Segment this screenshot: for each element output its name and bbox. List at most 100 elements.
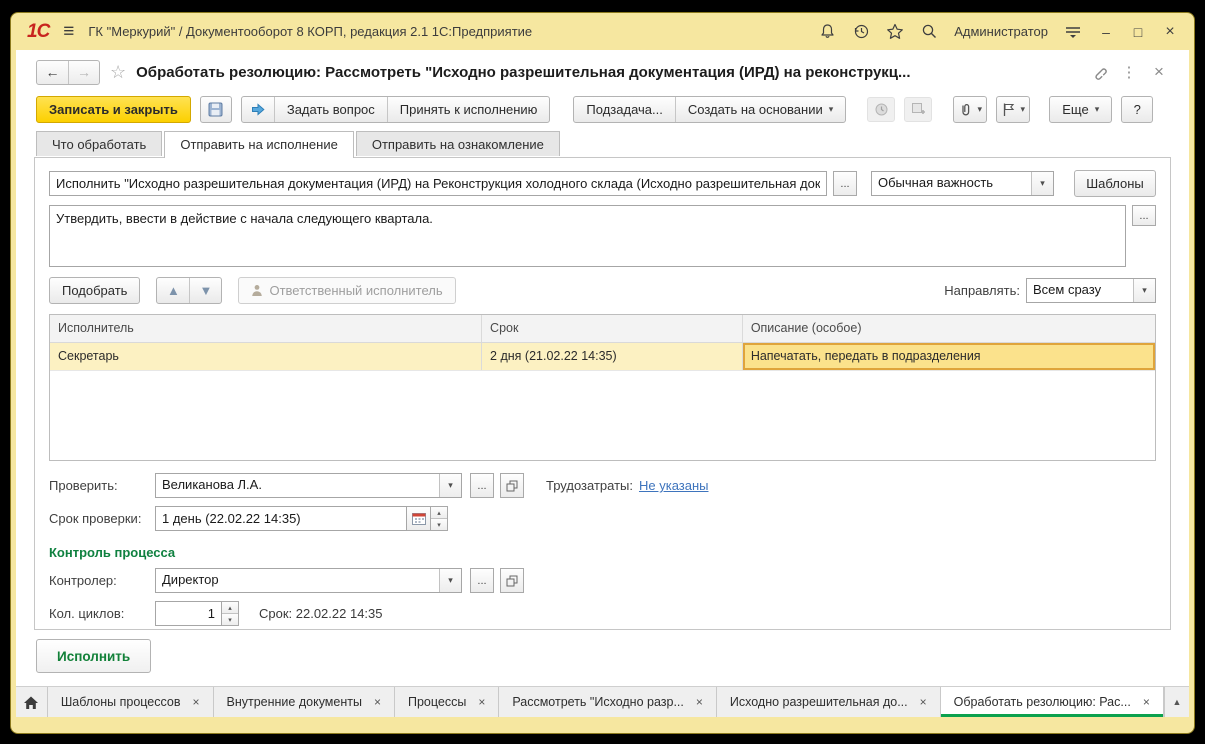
resolution-text-area[interactable]: Утвердить, ввести в действие с начала сл… [49,205,1126,267]
create-based-on-button[interactable]: Создать на основании ▾ [674,96,845,122]
save-icon-button[interactable] [199,95,232,123]
window-tab-process-templates[interactable]: Шаблоны процессов × [48,687,214,717]
responsible-performer-label: Ответственный исполнитель [269,283,443,298]
forward-task-button[interactable] [242,97,274,122]
person-icon [252,285,263,296]
templates-button[interactable]: Шаблоны [1074,170,1156,197]
description-cell-selected[interactable]: Напечатать, передать в подразделения [742,343,1155,370]
process-control-heading: Контроль процесса [49,545,176,560]
more-actions-button[interactable]: Еще ▾ [1049,95,1113,123]
performer-cell[interactable]: Секретарь [50,343,483,370]
controller-value: Директор [162,572,219,587]
move-up-button[interactable]: ▲ [157,278,189,303]
spinner-down-icon[interactable]: ▾ [431,518,447,530]
move-down-button[interactable]: ▼ [189,278,221,303]
chevron-down-icon[interactable]: ▾ [1133,279,1155,302]
window-tab-processes[interactable]: Процессы × [395,687,500,717]
chevron-down-icon: ▾ [1020,103,1026,114]
close-tab-icon[interactable]: × [920,695,927,709]
subtask-button[interactable]: Подзадача... [574,97,674,122]
close-tab-icon[interactable]: × [192,695,199,709]
spinner-up-icon[interactable]: ▴ [222,602,238,613]
responsible-performer-button: Ответственный исполнитель [238,277,456,304]
maximize-button[interactable]: □ [1130,24,1146,40]
execute-button[interactable]: Исполнить [36,639,152,673]
window-tab-internal-documents[interactable]: Внутренние документы × [214,687,395,717]
main-menu-icon[interactable]: ≡ [63,21,74,43]
chevron-down-icon: ▾ [977,103,983,114]
current-user[interactable]: Администратор [954,24,1048,39]
search-icon[interactable] [920,23,938,41]
checker-select-button[interactable]: ... [470,473,494,498]
user-menu-icon[interactable] [1064,23,1082,41]
open-windows-bar: Шаблоны процессов × Внутренние документы… [16,686,1189,717]
ask-question-button[interactable]: Задать вопрос [273,96,387,122]
open-in-window-icon [506,480,518,491]
window-tab-consider[interactable]: Рассмотреть "Исходно разр... × [499,687,717,717]
close-form-button[interactable]: × [1149,62,1169,82]
more-menu-dots-icon[interactable]: ⋮ [1119,62,1139,82]
tab-label: Шаблоны процессов [60,695,181,709]
history-icon[interactable] [852,23,870,41]
notifications-bell-icon[interactable] [818,23,836,41]
chevron-down-icon[interactable]: ▾ [1031,172,1053,195]
back-button[interactable]: ← [37,61,68,84]
controller-combo[interactable]: Директор ▾ [155,568,462,593]
1c-logo-icon: 1С [27,20,50,42]
spinner-up-icon[interactable]: ▴ [431,507,447,518]
home-button[interactable] [16,687,48,717]
resolution-text-expand-button[interactable]: ... [1132,205,1156,226]
app-window: 1С ≡ ГК "Меркурий" / Документооборот 8 К… [10,12,1195,734]
cycles-field[interactable] [155,601,222,626]
window-tab-ird-document[interactable]: Исходно разрешительная до... × [717,687,941,717]
close-tab-icon[interactable]: × [374,695,381,709]
spinner-down-icon[interactable]: ▾ [222,613,238,625]
forward-button[interactable]: → [68,60,99,84]
execute-subject-field[interactable] [49,171,827,196]
labor-link[interactable]: Не указаны [639,478,709,493]
controller-select-button[interactable]: ... [470,568,494,593]
check-term-spinner[interactable]: ▴ ▾ [431,506,448,531]
close-tab-icon[interactable]: × [1143,695,1150,709]
close-tab-icon[interactable]: × [478,695,485,709]
chevron-down-icon[interactable]: ▾ [439,474,461,497]
flag-button[interactable]: ▾ [997,97,1029,122]
table-row[interactable]: Секретарь 2 дня (21.02.22 14:35) Напечат… [50,343,1155,371]
col-performer[interactable]: Исполнитель [50,315,483,342]
chevron-down-icon[interactable]: ▾ [439,569,461,592]
checker-open-button[interactable] [500,473,524,498]
tab-what-to-process[interactable]: Что обработать [36,131,163,156]
tab-send-for-execution[interactable]: Отправить на исполнение [164,131,354,158]
tab-send-for-review[interactable]: Отправить на ознакомление [355,131,560,156]
save-and-close-button[interactable]: Записать и закрыть [36,95,191,123]
accept-for-execution-button[interactable]: Принять к исполнению [386,96,550,122]
performers-table: Исполнитель Срок Описание (особое) Секре… [49,314,1156,461]
help-button[interactable]: ? [1121,95,1154,123]
attachments-button[interactable]: ▾ [954,97,986,122]
favorites-star-icon[interactable] [886,23,904,41]
tab-label: Процессы [407,695,467,709]
pick-performers-button[interactable]: Подобрать [49,277,141,304]
check-term-calendar-button[interactable] [407,506,431,531]
cycles-spinner[interactable]: ▴ ▾ [222,601,239,626]
check-term-field[interactable] [155,506,407,531]
favorite-star-icon[interactable]: ☆ [110,62,126,83]
col-term[interactable]: Срок [482,315,743,342]
importance-select[interactable]: Обычная важность ▾ [871,171,1054,196]
route-select[interactable]: Всем сразу ▾ [1026,278,1156,303]
term-cell[interactable]: 2 дня (21.02.22 14:35) [482,343,743,370]
minimize-button[interactable]: – [1098,24,1114,40]
close-tab-icon[interactable]: × [696,695,703,709]
close-window-button[interactable]: × [1162,23,1178,41]
window-tab-process-resolution[interactable]: Обработать резолюцию: Рас... × [940,687,1164,717]
labor-label: Трудозатраты: [546,478,633,493]
get-link-icon[interactable] [1089,62,1109,82]
col-description[interactable]: Описание (особое) [743,315,1155,342]
check-term-label: Срок проверки: [49,511,142,526]
checker-combo[interactable]: Великанова Л.А. ▾ [155,473,462,498]
controller-open-button[interactable] [500,568,524,593]
check-label: Проверить: [49,478,118,493]
table-header-row: Исполнитель Срок Описание (особое) [50,315,1155,343]
execute-subject-select-button[interactable]: ... [833,171,857,196]
windows-list-up-button[interactable]: ▲ [1163,687,1189,717]
